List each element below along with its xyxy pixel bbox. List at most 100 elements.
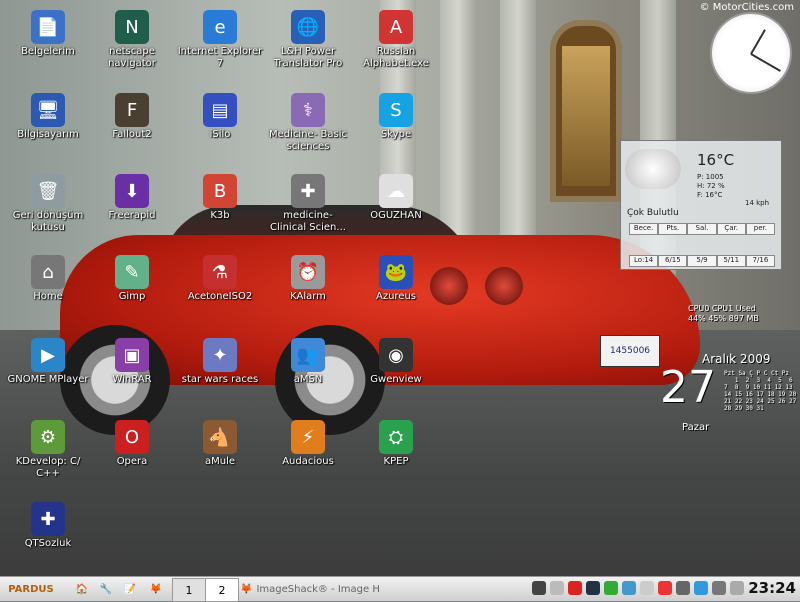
taskbar-task[interactable]: 🦊 ImageShack® - Image H: [240, 579, 390, 599]
desktop-icon[interactable]: Nnetscape navigator: [88, 10, 176, 70]
desktop-icon-label: Bilgisayarım: [17, 129, 79, 140]
audacious-icon: ⚡: [291, 420, 325, 454]
download-icon: ⬇: [115, 174, 149, 208]
mplayer-icon: ▶: [31, 338, 65, 372]
cloud-icon: [625, 149, 681, 189]
desktop-icon-label: Azureus: [375, 291, 417, 302]
desktop-icon-label: Russian Alphabet.exe: [363, 46, 429, 69]
desktop-icon-label: netscape navigator: [108, 46, 156, 69]
weather-wind: 14 kph: [745, 199, 770, 207]
k3b-icon: B: [203, 174, 237, 208]
weather-condition: Çok Bulutlu: [627, 208, 679, 218]
task-label: ImageShack® - Image H: [256, 583, 380, 595]
tray-icon[interactable]: [730, 581, 744, 595]
azureus-icon: 🐸: [379, 255, 413, 289]
desktop-icon[interactable]: A Russian Alphabet.exe: [352, 10, 440, 70]
desktop-icon[interactable]: e Internet Explorer 7: [176, 10, 264, 70]
desktop-icon[interactable]: F Fallout2: [88, 93, 176, 141]
desktop-icon[interactable]: ⌂ Home: [4, 255, 92, 303]
desktop-icon-label: KDevelop: C/ C++: [15, 456, 81, 479]
firefox-icon[interactable]: 🦊: [146, 579, 166, 599]
desktop-icon[interactable]: ▤ iSilo: [176, 93, 264, 141]
desktop-icon[interactable]: ▶ GNOME MPlayer: [4, 338, 92, 386]
desktop-icon-label: aMule: [204, 456, 236, 467]
desktop-icon-label: Home: [33, 291, 63, 302]
weather-humidity: H: 72 %: [697, 182, 725, 190]
tray-icon[interactable]: [568, 581, 582, 595]
system-monitor-widget: CPU0 CPU1 Used 44% 45% 897 MB: [688, 304, 759, 324]
desktop-pager-2[interactable]: 2: [205, 578, 239, 602]
gimp-icon: ✎: [115, 255, 149, 289]
desktop-icon[interactable]: B K3b: [176, 174, 264, 222]
firefox-icon: 🦊: [240, 583, 253, 595]
tray-icon[interactable]: [532, 581, 546, 595]
desktop-icon[interactable]: ✎ Gimp: [88, 255, 176, 303]
quick-launch-icon[interactable]: 🏠: [72, 579, 92, 599]
desktop-icon[interactable]: 🗑 Geri dönüşüm kutusu: [4, 174, 92, 234]
tray-icon[interactable]: [712, 581, 726, 595]
desktop-icon[interactable]: 🐴 aMule: [176, 420, 264, 468]
desktop-icon[interactable]: ⚡ Audacious: [264, 420, 352, 468]
tray-icon[interactable]: [586, 581, 600, 595]
stethoscope-icon: ✚: [291, 174, 325, 208]
desktop-icon[interactable]: ⚕ Medicine- Basic sciences: [264, 93, 352, 153]
tray-icon[interactable]: [640, 581, 654, 595]
desktop-icon-label: Gwenview: [370, 374, 422, 385]
desktop-icon-label: star wars races: [181, 374, 259, 385]
desktop-icon-label: K3b: [210, 210, 230, 221]
desktop-icon-label: Fallout2: [112, 129, 152, 140]
sysmon-header: CPU0 CPU1 Used: [688, 304, 756, 313]
desktop-icon[interactable]: ✚ medicine- Clinical Scien...: [264, 174, 352, 234]
desktop-icon[interactable]: ⬇ Freerapid: [88, 174, 176, 222]
desktop-icon[interactable]: ◉ Gwenview: [352, 338, 440, 386]
desktop-icon[interactable]: ✚ QTSozluk: [4, 502, 92, 550]
desktop-icon-label: aMSN: [293, 374, 323, 385]
tray-icon[interactable]: [550, 581, 564, 595]
desktop-icon-label: iSilo: [209, 129, 231, 140]
desktop-icon[interactable]: S Skype: [352, 93, 440, 141]
desktop-icon[interactable]: 👥 aMSN: [264, 338, 352, 386]
desktop-icon[interactable]: 🌐 L&H Power Translator Pro: [264, 10, 352, 70]
calendar-weekday: Pazar: [682, 422, 710, 433]
tray-icon[interactable]: [676, 581, 690, 595]
winrar-icon: ▣: [115, 338, 149, 372]
desktop-icon[interactable]: ⛭ KPEP: [352, 420, 440, 468]
desktop-icon[interactable]: ▣ WinRAR: [88, 338, 176, 386]
tray-icon[interactable]: [694, 581, 708, 595]
kdevelop-icon: ⚙: [31, 420, 65, 454]
amsn-icon: 👥: [291, 338, 325, 372]
calendar-day: 27: [660, 362, 716, 413]
medicine-icon: ⚕: [291, 93, 325, 127]
desktop-icon[interactable]: ☁ OGUZHAN: [352, 174, 440, 222]
quick-launch-icon[interactable]: 🔧: [96, 579, 116, 599]
tray-icon[interactable]: [658, 581, 672, 595]
taskbar-clock[interactable]: 23:24: [748, 579, 796, 597]
russian-flag-icon: A: [379, 10, 413, 44]
weather-widget: 16°C P: 1005 H: 72 % F: 16°C 14 kph Çok …: [620, 140, 782, 270]
desktop-icon[interactable]: 🐸 Azureus: [352, 255, 440, 303]
desktop-icon-label: Skype: [380, 129, 412, 140]
desktop-icon-label: Gimp: [118, 291, 146, 302]
taskbar: PARDUS 🏠 🔧 📝 🦊 1 2 🦊 ImageShack® - Image …: [0, 576, 800, 602]
desktop-icon[interactable]: ⏰ KAlarm: [264, 255, 352, 303]
opera-icon: O: [115, 420, 149, 454]
desktop-icon[interactable]: ⚙ KDevelop: C/ C++: [4, 420, 92, 480]
desktop-icon-label: L&H Power Translator Pro: [273, 46, 343, 69]
acetone-icon: ⚗: [203, 255, 237, 289]
tray-icon[interactable]: [604, 581, 618, 595]
desktop-pager-1[interactable]: 1: [172, 578, 206, 602]
starwars-icon: ✦: [203, 338, 237, 372]
desktop-icon[interactable]: 📄 Belgelerim: [4, 10, 92, 58]
desktop-icon[interactable]: ✦ star wars races: [176, 338, 264, 386]
desktop-icon[interactable]: O Opera: [88, 420, 176, 468]
clock-hour-hand: [750, 29, 766, 55]
recycle-bin-icon: 🗑: [31, 174, 65, 208]
desktop-icon-label: QTSozluk: [24, 538, 72, 549]
desktop-icon[interactable]: ⚗ AcetoneISO2: [176, 255, 264, 303]
tray-icon[interactable]: [622, 581, 636, 595]
quick-launch-icon[interactable]: 📝: [120, 579, 140, 599]
amule-icon: 🐴: [203, 420, 237, 454]
clock-minute-hand: [750, 53, 781, 72]
start-menu-button[interactable]: PARDUS: [4, 579, 58, 599]
desktop-icon[interactable]: 🖥 Bilgisayarım: [4, 93, 92, 141]
